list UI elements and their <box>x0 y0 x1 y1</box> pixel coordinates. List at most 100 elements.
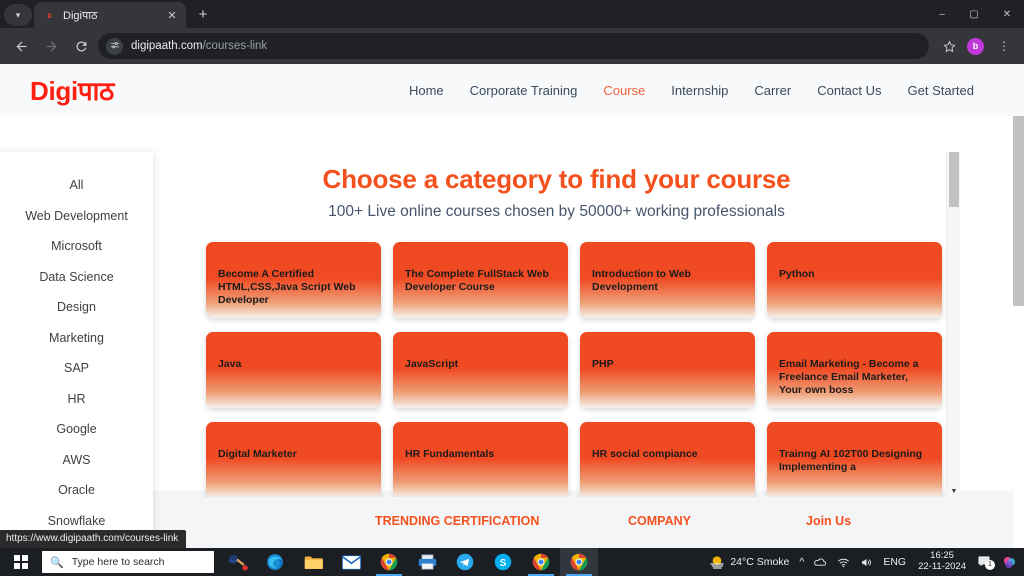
close-window-button[interactable]: ✕ <box>990 0 1024 28</box>
smoke-weather-icon <box>710 556 725 569</box>
course-card-label: HR social compiance <box>592 448 698 460</box>
nav-link-internship[interactable]: Internship <box>671 83 728 98</box>
course-card[interactable]: The Complete FullStack Web Developer Cou… <box>393 242 568 318</box>
wifi-icon[interactable] <box>832 556 855 569</box>
tray-overflow-button[interactable]: ^ <box>794 556 809 568</box>
taskbar-app-edge[interactable] <box>256 548 294 576</box>
course-card[interactable]: Digital Marketer <box>206 422 381 497</box>
category-sidebar: All Web Development Microsoft Data Scien… <box>0 152 153 548</box>
browser-tab[interactable]: ᴅ Digiपाठ ✕ <box>34 2 186 28</box>
nav-link-course[interactable]: Course <box>603 83 645 98</box>
svg-text:S: S <box>500 558 507 569</box>
course-panel: Choose a category to find your course 10… <box>153 152 960 497</box>
sidebar-item-data-science[interactable]: Data Science <box>0 262 153 293</box>
course-card[interactable]: Introduction to Web Development <box>580 242 755 318</box>
tab-search-button[interactable]: ▾ <box>4 4 32 26</box>
address-bar[interactable]: digipaath.com/courses-link <box>98 33 929 59</box>
notification-count-badge: 1 <box>985 559 995 570</box>
weather-widget[interactable]: 24°C Smoke <box>704 554 794 570</box>
minimize-button[interactable]: – <box>926 0 958 28</box>
taskbar-search-box[interactable]: 🔍 Type here to search <box>42 551 214 573</box>
course-card-label: PHP <box>592 358 614 370</box>
nav-link-home[interactable]: Home <box>409 83 444 98</box>
windows-taskbar: 🔍 Type here to search S 24°C Smoke ^ ENG… <box>0 548 1024 576</box>
browser-toolbar: digipaath.com/courses-link b ⋮ <box>0 28 1024 64</box>
taskbar-app-skype[interactable]: S <box>484 548 522 576</box>
browser-menu-button[interactable]: ⋮ <box>992 34 1016 58</box>
start-button[interactable] <box>0 548 42 576</box>
volume-icon[interactable] <box>855 556 878 569</box>
profile-avatar[interactable]: b <box>967 37 984 55</box>
course-card-label: Become A Certified HTML,CSS,Java Script … <box>218 268 356 307</box>
maximize-icon: ▢ <box>969 8 979 20</box>
sidebar-item-google[interactable]: Google <box>0 414 153 445</box>
tune-icon[interactable] <box>106 37 123 55</box>
onedrive-tray-icon[interactable] <box>809 556 832 569</box>
language-indicator[interactable]: ENG <box>878 556 911 568</box>
sidebar-item-marketing[interactable]: Marketing <box>0 323 153 354</box>
nav-link-contact-us[interactable]: Contact Us <box>817 83 881 98</box>
sidebar-item-sap[interactable]: SAP <box>0 353 153 384</box>
course-card[interactable]: Java <box>206 332 381 408</box>
course-card[interactable]: JavaScript <box>393 332 568 408</box>
course-card[interactable]: HR Fundamentals <box>393 422 568 497</box>
site-header: Digiपाठ Home Corporate Training Course I… <box>0 64 1024 116</box>
url-path: /courses-link <box>202 40 268 52</box>
browser-window: ▾ ᴅ Digiपाठ ✕ + – ▢ ✕ digipaath.com/cour… <box>0 0 1024 548</box>
window-controls: – ▢ ✕ <box>926 0 1024 28</box>
page-body: All Web Development Microsoft Data Scien… <box>0 116 1024 548</box>
course-card[interactable]: Email Marketing - Become a Freelance Ema… <box>767 332 942 408</box>
course-card[interactable]: Trainng AI 102T00 Designing Implementing… <box>767 422 942 497</box>
sidebar-item-web-development[interactable]: Web Development <box>0 201 153 232</box>
back-button[interactable] <box>8 33 34 59</box>
forward-button[interactable] <box>38 33 64 59</box>
site-logo[interactable]: Digiपाठ <box>30 72 114 108</box>
course-card[interactable]: Become A Certified HTML,CSS,Java Script … <box>206 242 381 318</box>
taskbar-app-mail[interactable] <box>332 548 370 576</box>
footer-heading-join-us: Join Us <box>806 514 852 528</box>
taskbar-app-printer[interactable] <box>408 548 446 576</box>
taskbar-app-chrome-1[interactable] <box>370 548 408 576</box>
page-scrollbar-thumb[interactable] <box>1013 116 1024 306</box>
nav-link-get-started[interactable]: Get Started <box>908 83 974 98</box>
scrollbar-thumb[interactable] <box>949 152 959 207</box>
maximize-button[interactable]: ▢ <box>958 0 990 28</box>
sidebar-item-all[interactable]: All <box>0 170 153 201</box>
nav-link-corporate-training[interactable]: Corporate Training <box>470 83 578 98</box>
taskbar-clock[interactable]: 16:25 22-11-2024 <box>911 550 973 573</box>
copilot-icon[interactable] <box>997 555 1022 570</box>
taskbar-search-placeholder: Type here to search <box>71 556 165 568</box>
nav-link-carrer[interactable]: Carrer <box>754 83 791 98</box>
sidebar-item-design[interactable]: Design <box>0 292 153 323</box>
page-title: Choose a category to find your course <box>322 164 791 194</box>
bookmark-button[interactable] <box>937 34 961 58</box>
taskbar-app-chrome-active[interactable] <box>560 548 598 576</box>
sidebar-item-oracle[interactable]: Oracle <box>0 475 153 506</box>
new-tab-button[interactable]: + <box>190 1 216 27</box>
link-status-bubble: https://www.digipaath.com/courses-link <box>0 530 187 548</box>
reload-button[interactable] <box>68 33 94 59</box>
chevron-up-icon: ^ <box>799 556 805 568</box>
taskbar-app-chrome-2[interactable] <box>522 548 560 576</box>
page-subtitle: 100+ Live online courses chosen by 50000… <box>328 203 785 220</box>
notification-center-button[interactable]: 1 <box>973 554 997 571</box>
scroll-down-arrow-icon[interactable]: ▼ <box>947 488 960 495</box>
close-icon[interactable]: ✕ <box>164 7 180 23</box>
course-card[interactable]: PHP <box>580 332 755 408</box>
system-tray: 24°C Smoke ^ ENG 16:25 22-11-2024 1 <box>704 548 1024 576</box>
footer-heading-trending-certification: TRENDING CERTIFICATION <box>375 514 540 528</box>
page-scrollbar[interactable] <box>1013 116 1024 548</box>
course-card[interactable]: HR social compiance <box>580 422 755 497</box>
arrow-left-icon <box>16 41 26 51</box>
course-card-label: Email Marketing - Become a Freelance Ema… <box>779 358 919 397</box>
sidebar-item-microsoft[interactable]: Microsoft <box>0 231 153 262</box>
course-panel-scrollbar[interactable]: ▼ <box>946 152 960 497</box>
taskbar-app-telegram[interactable] <box>446 548 484 576</box>
sidebar-item-aws[interactable]: AWS <box>0 445 153 476</box>
sidebar-item-hr[interactable]: HR <box>0 384 153 415</box>
cricket-widget-icon[interactable] <box>218 548 256 576</box>
tab-strip: ▾ ᴅ Digiपाठ ✕ + – ▢ ✕ <box>0 0 1024 28</box>
taskbar-app-file-explorer[interactable] <box>294 548 332 576</box>
course-card[interactable]: Python <box>767 242 942 318</box>
page-viewport: Digiपाठ Home Corporate Training Course I… <box>0 64 1024 548</box>
